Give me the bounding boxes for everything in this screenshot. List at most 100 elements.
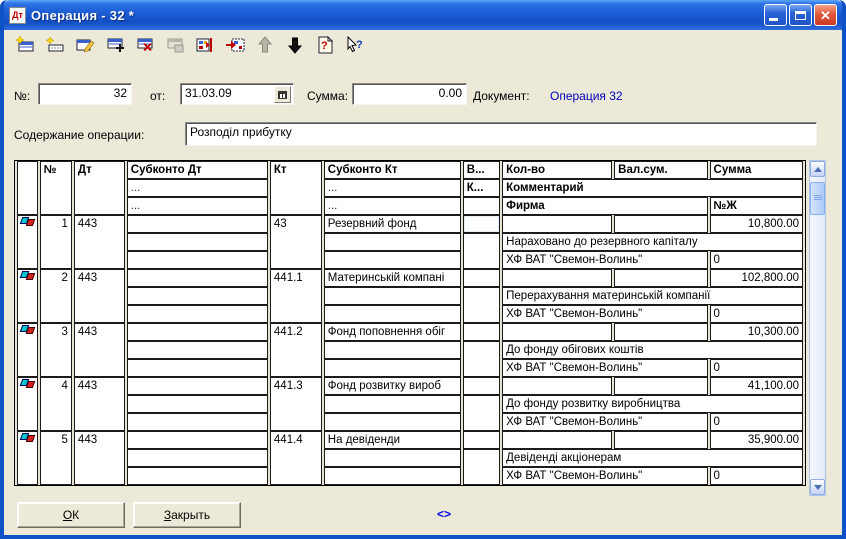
sum-cell[interactable]: 10,800.00 [710,215,803,233]
journal-cell[interactable]: 0 [710,413,803,431]
help-button[interactable]: ? [312,34,337,57]
firm-cell[interactable]: ХФ ВАТ "Свемон-Волинь" [502,413,707,431]
sum-cell[interactable]: 10,300.00 [710,323,803,341]
ok-button[interactable]: ОК [17,502,125,528]
debit-account-cell[interactable]: 443 [74,431,125,485]
subconto-kt-cell[interactable] [324,395,461,413]
subconto-kt-cell[interactable]: Фонд розвитку вироб [324,377,461,395]
currency-cell-selected[interactable] [463,215,500,233]
row-marker-cell[interactable] [17,215,38,269]
save-row-button[interactable] [162,34,187,57]
subconto-kt-cell[interactable] [324,233,461,251]
subconto-dt-cell[interactable] [127,413,268,431]
row-number-cell[interactable]: 1 [40,215,72,269]
subconto-dt-cell[interactable] [127,395,268,413]
number-input[interactable]: 32 [38,83,132,105]
subconto-dt-cell[interactable] [127,233,268,251]
content-input[interactable]: Розподіл прибутку [185,122,817,146]
copy-row-button[interactable] [102,34,127,57]
subconto-kt-cell[interactable]: Резервний фонд [324,215,461,233]
subconto-kt-cell[interactable]: На девіденди [324,431,461,449]
quantity-cell[interactable] [502,269,612,287]
row-marker-cell[interactable] [17,269,38,323]
minimize-button[interactable] [764,4,787,26]
subconto-dt-cell[interactable] [127,323,268,341]
credit-account-cell[interactable]: 441.1 [270,269,322,323]
intervals-button[interactable] [192,34,217,57]
quantity-cell[interactable] [502,431,612,449]
subconto-dt-cell[interactable] [127,305,268,323]
currency-cell[interactable] [463,233,500,269]
comment-cell[interactable]: Девіденді акціонерам [502,449,803,467]
row-number-cell[interactable]: 4 [40,377,72,431]
currency-cell[interactable] [463,449,500,485]
subconto-dt-cell[interactable] [127,251,268,269]
move-up-button[interactable] [252,34,277,57]
row-marker-cell[interactable] [17,323,38,377]
comment-cell[interactable]: Перерахування материнській компанії [502,287,803,305]
currency-sum-cell[interactable] [614,215,707,233]
journal-cell[interactable]: 0 [710,467,803,485]
move-down-button[interactable] [282,34,307,57]
scrollbar-thumb[interactable] [810,182,825,215]
row-number-cell[interactable]: 3 [40,323,72,377]
currency-cell[interactable] [463,395,500,431]
edit-row-button[interactable] [72,34,97,57]
subconto-kt-cell[interactable] [324,251,461,269]
subconto-dt-cell[interactable] [127,467,268,485]
subconto-kt-cell[interactable] [324,467,461,485]
credit-account-cell[interactable]: 441.4 [270,431,322,485]
context-help-button[interactable]: ? [342,34,367,57]
currency-cell[interactable] [463,269,500,287]
currency-cell[interactable] [463,323,500,341]
close-form-button[interactable]: Закрыть [133,502,241,528]
currency-sum-cell[interactable] [614,269,707,287]
document-link[interactable]: Операция 32 [550,89,623,103]
firm-cell[interactable]: ХФ ВАТ "Свемон-Волинь" [502,359,707,377]
sum-cell[interactable]: 35,900.00 [710,431,803,449]
comment-cell[interactable]: До фонду розвитку виробництва [502,395,803,413]
new-line-button[interactable] [42,34,67,57]
new-row-button[interactable] [12,34,37,57]
currency-sum-cell[interactable] [614,323,707,341]
scroll-up-button[interactable] [810,161,825,177]
subconto-dt-cell[interactable] [127,449,268,467]
row-number-cell[interactable]: 5 [40,431,72,485]
comment-cell[interactable]: Нараховано до резервного капіталу [502,233,803,251]
credit-account-cell[interactable]: 441.3 [270,377,322,431]
calendar-button[interactable] [274,86,291,103]
journal-cell[interactable]: 0 [710,359,803,377]
vertical-scrollbar[interactable] [809,160,826,496]
sum-cell[interactable]: 102,800.00 [710,269,803,287]
subconto-dt-cell[interactable] [127,377,268,395]
subconto-kt-cell[interactable]: Материнській компані [324,269,461,287]
currency-cell[interactable] [463,377,500,395]
goto-row-button[interactable] [222,34,247,57]
firm-cell[interactable]: ХФ ВАТ "Свемон-Волинь" [502,467,707,485]
subconto-dt-cell[interactable] [127,287,268,305]
row-marker-cell[interactable] [17,377,38,431]
journal-cell[interactable]: 0 [710,305,803,323]
currency-sum-cell[interactable] [614,377,707,395]
debit-account-cell[interactable]: 443 [74,323,125,377]
subconto-dt-cell[interactable] [127,215,268,233]
subconto-kt-cell[interactable] [324,449,461,467]
debit-account-cell[interactable]: 443 [74,215,125,269]
sum-input[interactable]: 0.00 [352,83,467,105]
credit-account-cell[interactable]: 441.2 [270,323,322,377]
currency-cell[interactable] [463,431,500,449]
subconto-kt-cell[interactable] [324,341,461,359]
date-input[interactable]: 31.03.09 [180,83,294,105]
subconto-kt-cell[interactable] [324,305,461,323]
subconto-kt-cell[interactable] [324,413,461,431]
currency-sum-cell[interactable] [614,431,707,449]
firm-cell[interactable]: ХФ ВАТ "Свемон-Волинь" [502,305,707,323]
delete-row-button[interactable] [132,34,157,57]
journal-cell[interactable]: 0 [710,251,803,269]
debit-account-cell[interactable]: 443 [74,377,125,431]
comment-cell[interactable]: До фонду обігових коштів [502,341,803,359]
row-number-cell[interactable]: 2 [40,269,72,323]
quantity-cell[interactable] [502,215,612,233]
quantity-cell[interactable] [502,377,612,395]
firm-cell[interactable]: ХФ ВАТ "Свемон-Волинь" [502,251,707,269]
